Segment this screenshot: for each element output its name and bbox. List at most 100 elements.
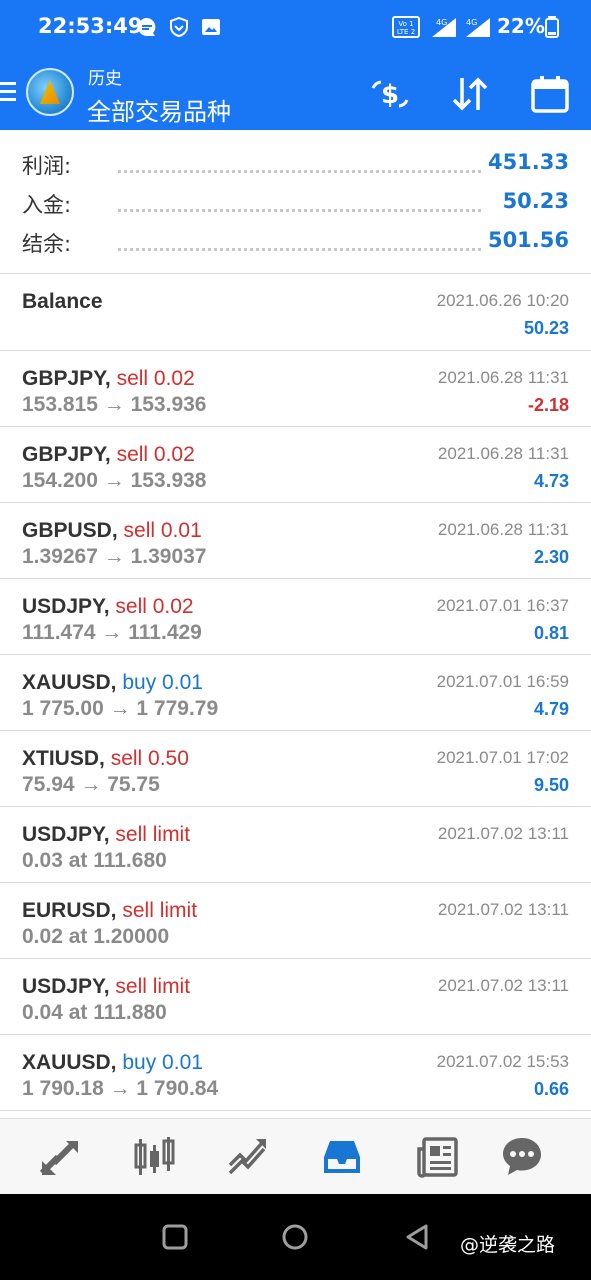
trade-datetime: 2021.07.02 13:11 (437, 900, 569, 919)
trade-action: buy 0.01 (122, 1051, 203, 1074)
balance-value: 501.56 (487, 228, 569, 252)
trade-profit: 4.73 (533, 471, 569, 491)
trade-profit: 0.66 (533, 1079, 569, 1099)
symbol-text: GBPJPY, (22, 367, 111, 390)
trade-datetime: 2021.07.01 16:37 (436, 596, 569, 615)
volte-icon: Vo 1LTE 2 (392, 16, 420, 38)
trade-row[interactable]: GBPUSD, sell 0.01 1.39267 → 1.39037 2021.0… (0, 503, 591, 579)
trade-datetime: 2021.06.28 11:31 (437, 368, 569, 387)
trade-tab-icon[interactable] (226, 1135, 270, 1179)
status-bar: 22:53:49 Vo 1 LTE 2 4G 4G 22% (0, 0, 591, 56)
news-tab-icon[interactable] (416, 1135, 460, 1179)
app-logo (26, 68, 74, 116)
trade-row[interactable]: GBPJPY, sell 0.02 154.200 → 153.938 2021.0… (0, 427, 591, 503)
trade-profit: 9.50 (533, 775, 569, 795)
trade-action: sell 0.50 (110, 747, 189, 770)
trade-action: sell limit (115, 975, 191, 998)
entry-amount: 50.23 (523, 318, 569, 338)
trade-datetime: 2021.07.01 17:02 (436, 748, 569, 767)
bottom-tab-bar (0, 1118, 591, 1194)
trade-symbol: USDJPY, sell 0.02 (22, 595, 194, 619)
dotted-leader (118, 248, 481, 251)
symbol-text: GBPUSD, (22, 519, 118, 542)
trade-row[interactable]: XTIUSD, sell 0.50 75.94 → 75.75 2021.07.01… (0, 731, 591, 807)
trade-detail: 1.39267 → 1.39037 (22, 545, 207, 568)
trade-profit: 4.79 (533, 699, 569, 719)
trade-symbol: EURUSD, sell limit (22, 899, 197, 923)
profit-label: 利润: (22, 154, 72, 178)
chat-tab-icon[interactable] (500, 1135, 544, 1179)
trade-symbol: XAUUSD, buy 0.01 (22, 1051, 203, 1075)
trade-action: sell 0.01 (123, 519, 202, 542)
trade-row[interactable]: XAUUSD, buy 0.01 1 775.00 → 1 779.79 2021.… (0, 655, 591, 731)
balance-entry-row[interactable]: Balance 2021.06.26 10:20 50.23 (0, 274, 591, 351)
watermark: @逆袭之路 (460, 1234, 556, 1256)
symbol-text: XAUUSD, (22, 1051, 117, 1074)
deposit-value: 50.23 (502, 189, 569, 213)
trade-profit: 0.81 (533, 623, 569, 643)
back-icon[interactable] (402, 1222, 432, 1252)
trade-action: sell 0.02 (115, 595, 194, 618)
trade-detail: 0.02 at 1.20000 (22, 925, 170, 948)
chart-tab-icon[interactable] (132, 1135, 176, 1179)
symbol-text: GBPJPY, (22, 443, 111, 466)
summary-panel: 利润: 451.33 入金: 50.23 结余: 501.56 (0, 130, 591, 274)
svg-text:LTE 2: LTE 2 (397, 28, 415, 36)
balance-entry-label: Balance (22, 290, 103, 313)
trade-profit: 2.30 (533, 547, 569, 567)
symbol-text: USDJPY, (22, 823, 110, 846)
trade-row[interactable]: USDJPY, sell limit 0.03 at 111.680 2021.07… (0, 807, 591, 883)
system-nav-bar: @逆袭之路 (0, 1194, 591, 1280)
trade-symbol: GBPUSD, sell 0.01 (22, 519, 202, 543)
page-title[interactable]: 全部交易品种 (87, 92, 231, 127)
battery-percentage: 22% (497, 14, 545, 38)
trade-datetime: 2021.06.28 11:31 (437, 444, 569, 463)
app-bar: 历史 全部交易品种 $ (0, 56, 591, 130)
trade-detail: 0.03 at 111.680 (22, 849, 167, 872)
calendar-icon[interactable] (530, 74, 570, 114)
trade-row[interactable]: EURUSD, sell limit 0.02 at 1.20000 2021.07… (0, 883, 591, 959)
dotted-leader (118, 170, 481, 173)
trade-detail: 75.94 → 75.75 (22, 773, 160, 796)
trade-row[interactable]: XAUUSD, buy 0.01 1 790.18 → 1 790.84 2021.… (0, 1035, 591, 1111)
trade-detail: 111.474 → 111.429 (22, 621, 202, 644)
symbol-text: USDJPY, (22, 595, 110, 618)
trade-row[interactable]: USDJPY, sell 0.02 111.474 → 111.429 2021.0… (0, 579, 591, 655)
trade-symbol: XAUUSD, buy 0.01 (22, 671, 203, 695)
recents-icon[interactable] (160, 1222, 190, 1252)
currency-swap-icon[interactable]: $ (370, 74, 410, 114)
trade-row[interactable]: GBPJPY, sell 0.02 153.815 → 153.936 2021.0… (0, 351, 591, 427)
trade-action: buy 0.01 (122, 671, 203, 694)
trade-detail: 0.04 at 111.880 (22, 1001, 167, 1024)
trade-action: sell 0.02 (116, 443, 195, 466)
signal-4g-icon: 4G (432, 18, 456, 37)
trade-detail: 1 775.00 → 1 779.79 (22, 697, 219, 720)
trade-datetime: 2021.07.02 15:53 (436, 1052, 569, 1071)
dotted-leader (118, 209, 481, 212)
trade-detail: 1 790.18 → 1 790.84 (22, 1077, 219, 1100)
svg-text:$: $ (381, 80, 399, 110)
sort-icon[interactable] (450, 74, 490, 114)
quotes-tab-icon[interactable] (38, 1135, 82, 1179)
history-tab-icon[interactable] (320, 1135, 364, 1179)
deposit-label: 入金: (22, 193, 72, 217)
history-list: Balance 2021.06.26 10:20 50.23 GBPJPY, s… (0, 274, 591, 1111)
signal-4g-icon: 4G (466, 18, 490, 37)
symbol-text: XAUUSD, (22, 671, 117, 694)
home-icon[interactable] (280, 1222, 310, 1252)
svg-text:4G: 4G (436, 18, 447, 27)
image-icon (202, 19, 220, 35)
menu-icon[interactable] (0, 82, 16, 106)
trade-row[interactable]: USDJPY, sell limit 0.04 at 111.880 2021.07… (0, 959, 591, 1035)
trade-symbol: USDJPY, sell limit (22, 975, 190, 999)
trade-profit: -2.18 (527, 395, 569, 415)
trade-symbol: USDJPY, sell limit (22, 823, 190, 847)
page-subtitle: 历史 (88, 69, 122, 89)
profit-row: 利润: 451.33 (0, 150, 591, 190)
balance-label: 结余: (22, 232, 72, 256)
profit-value: 451.33 (487, 150, 569, 174)
message-icon (138, 18, 156, 36)
deposit-row: 入金: 50.23 (0, 189, 591, 229)
symbol-text: USDJPY, (22, 975, 110, 998)
trade-datetime: 2021.07.02 13:11 (437, 976, 569, 995)
